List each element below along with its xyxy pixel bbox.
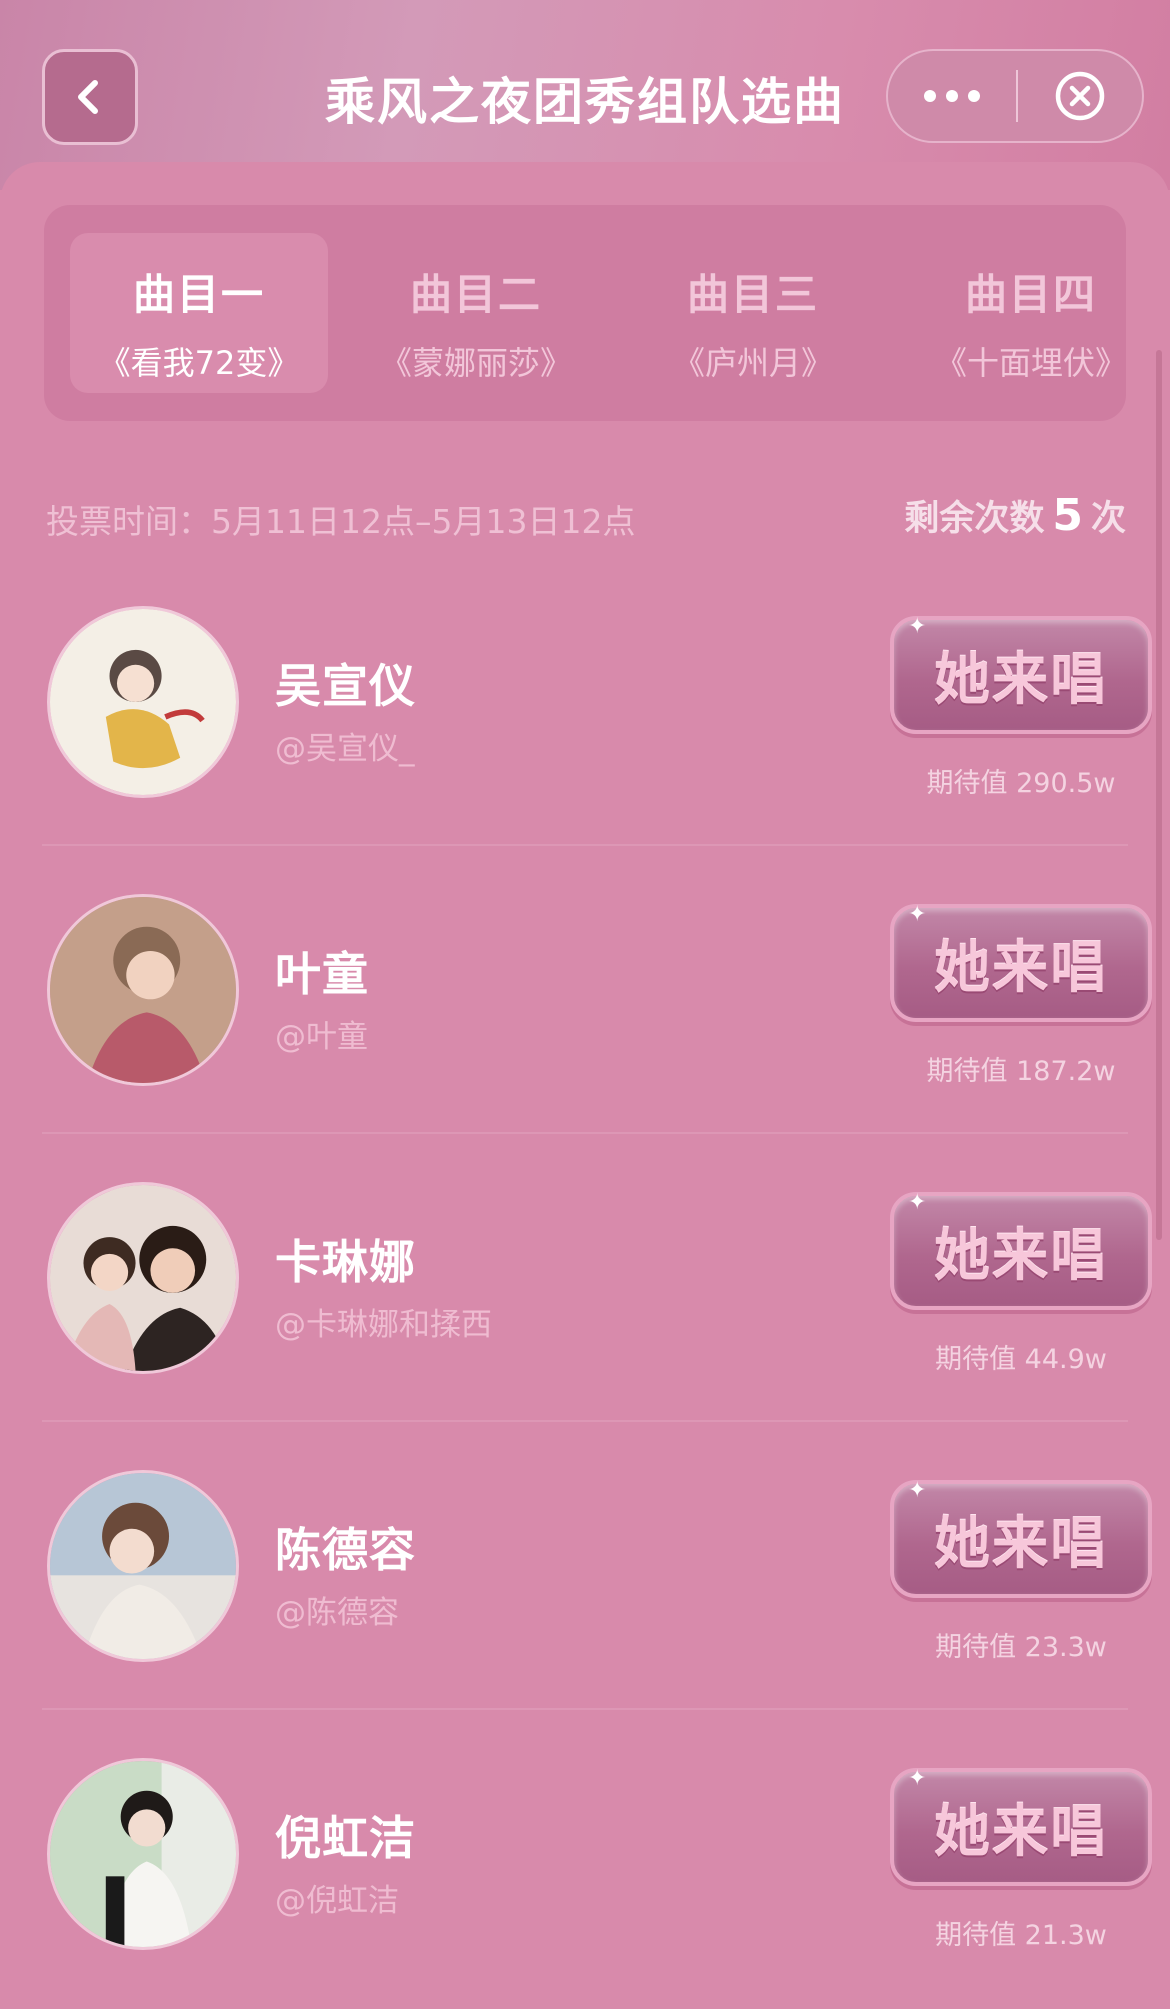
row-divider [42,844,1128,846]
candidate-handle: @倪虹洁 [275,1883,399,1919]
vote-button[interactable]: ✦ 她来唱 [890,1766,1152,1886]
avatar [47,894,239,1086]
chevron-left-icon [78,80,98,114]
back-button[interactable] [42,49,138,145]
vote-button[interactable]: ✦ 她来唱 [890,614,1152,734]
vote-button[interactable]: ✦ 她来唱 [890,1190,1152,1310]
remaining-unit: 次 [1090,499,1126,539]
vote-button[interactable]: ✦ 她来唱 [890,902,1152,1022]
more-dots-icon [924,90,980,102]
candidate-row: 叶童 @叶童 ✦ 她来唱 期待值 187.2w [0,894,1170,1182]
vote-button-label: 她来唱 [934,1511,1108,1577]
expectation-value: 期待值 21.3w [935,1920,1107,1951]
candidate-name: 吴宣仪 [275,659,416,713]
candidate-row: 陈德容 @陈德容 ✦ 她来唱 期待值 23.3w [0,1470,1170,1758]
candidate-name: 倪虹洁 [275,1811,416,1865]
vote-button-label: 她来唱 [934,647,1108,713]
tab-song-4[interactable]: 曲目四 《十面埋伏》 [902,233,1126,393]
remaining-count: 5 [1052,490,1083,541]
sparkle-icon: ✦ [908,614,929,639]
tab-name: 曲目三 [686,270,819,319]
expectation-value: 期待值 290.5w [926,768,1116,799]
candidate-row: 吴宣仪 @吴宣仪_ ✦ 她来唱 期待值 290.5w [0,606,1170,894]
candidate-row: 倪虹洁 @倪虹洁 ✦ 她来唱 期待值 21.3w [0,1758,1170,2009]
tab-song-1[interactable]: 曲目一 《看我72变》 [70,233,328,393]
tab-song-title: 《蒙娜丽莎》 [379,344,572,382]
row-divider [42,1708,1128,1710]
expectation-value: 期待值 23.3w [935,1632,1107,1663]
candidate-handle: @叶童 [275,1019,368,1055]
song-tabs: 曲目一 《看我72变》 曲目二 《蒙娜丽莎》 曲目三 《庐州月》 曲目四 《十面… [44,205,1126,421]
tab-name: 曲目四 [964,270,1097,319]
vote-button[interactable]: ✦ 她来唱 [890,1478,1152,1598]
expectation-value: 期待值 187.2w [926,1056,1116,1087]
tab-song-title: 《看我72变》 [98,344,300,382]
more-button[interactable] [888,51,1016,141]
tab-song-3[interactable]: 曲目三 《庐州月》 [624,233,882,393]
sparkle-icon: ✦ [908,1190,929,1215]
vote-time: 投票时间：5月11日12点–5月13日12点 [46,502,636,541]
tab-name: 曲目一 [132,270,265,319]
mini-program-capsule [886,49,1144,143]
avatar [47,1470,239,1662]
candidate-handle: @陈德容 [275,1595,399,1631]
sparkle-icon: ✦ [908,1478,929,1503]
sparkle-icon: ✦ [908,1766,929,1791]
candidate-name: 卡琳娜 [275,1235,416,1289]
candidate-handle: @卡琳娜和揉西 [275,1307,492,1343]
avatar [47,1758,239,1950]
vote-button-label: 她来唱 [934,1799,1108,1865]
avatar [47,606,239,798]
close-button[interactable] [1018,51,1142,141]
sparkle-icon: ✦ [908,902,929,927]
tab-song-title: 《庐州月》 [672,344,833,382]
close-circle-icon [1055,71,1105,121]
page-title: 乘风之夜团秀组队选曲 [325,73,845,131]
avatar [47,1182,239,1374]
row-divider [42,1132,1128,1134]
row-divider [42,1420,1128,1422]
tab-name: 曲目二 [409,270,542,319]
candidate-row: 卡琳娜 @卡琳娜和揉西 ✦ 她来唱 期待值 44.9w [0,1182,1170,1470]
candidate-name: 叶童 [275,947,369,1001]
remaining-votes: 剩余次数 5 次 [904,490,1126,541]
tab-song-2[interactable]: 曲目二 《蒙娜丽莎》 [347,233,605,393]
candidate-handle: @吴宣仪_ [275,731,415,767]
remaining-label: 剩余次数 [904,499,1045,539]
vote-button-label: 她来唱 [934,935,1108,1001]
candidate-name: 陈德容 [275,1523,416,1577]
expectation-value: 期待值 44.9w [935,1344,1107,1375]
vote-button-label: 她来唱 [934,1223,1108,1289]
tab-song-title: 《十面埋伏》 [934,344,1126,382]
